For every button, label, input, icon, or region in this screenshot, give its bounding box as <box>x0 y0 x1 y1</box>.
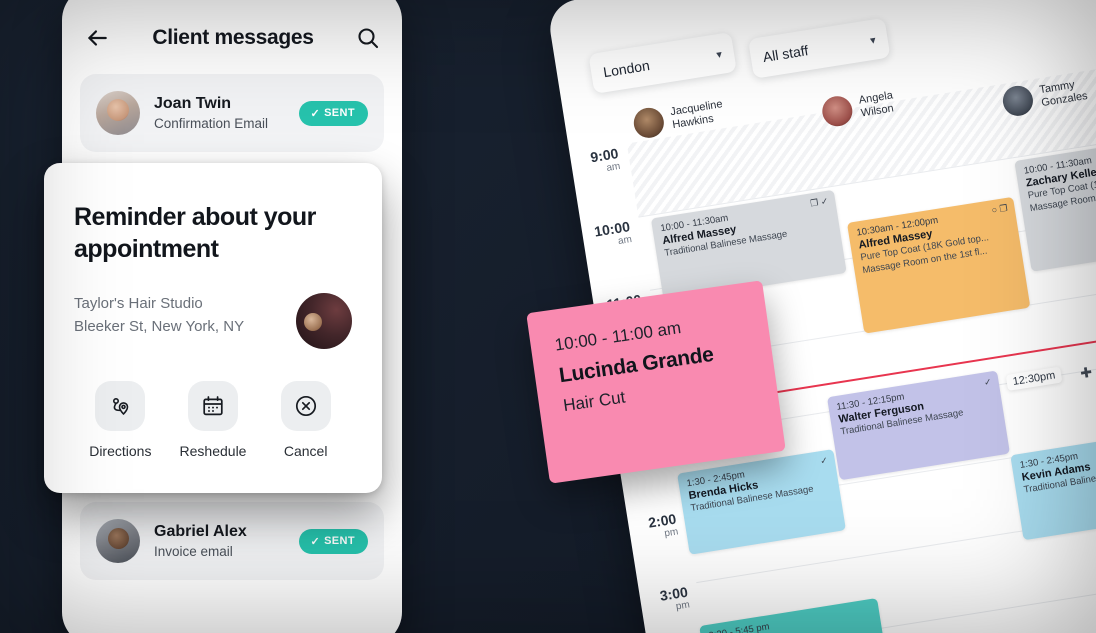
reschedule-label: Reshedule <box>179 443 247 459</box>
business-address: Taylor's Hair Studio Bleeker St, New Yor… <box>74 293 282 338</box>
calendar-event[interactable]: ✓ 1:30 - 2:45pm Kevin Adams Traditional … <box>1010 430 1096 541</box>
page-title: Client messages <box>152 26 314 49</box>
status-badge[interactable]: ✓ SENT <box>299 100 368 126</box>
chevron-down-icon: ▾ <box>715 48 723 61</box>
time-label: 10:00 am <box>593 218 633 248</box>
avatar <box>96 519 140 563</box>
reminder-title: Reminder about your appointment <box>74 203 316 263</box>
staff-select-value: All staff <box>761 42 810 66</box>
list-item[interactable]: Joan Twin Confirmation Email ✓ SENT <box>80 74 384 152</box>
avatar <box>96 91 140 135</box>
directions-button[interactable]: Directions <box>74 381 167 459</box>
reminder-body: Taylor's Hair Studio Bleeker St, New Yor… <box>74 293 352 349</box>
business-name: Taylor's Hair Studio <box>74 295 203 312</box>
list-item[interactable]: Gabriel Alex Invoice email ✓ SENT <box>80 502 384 580</box>
location-select-value: London <box>602 57 651 81</box>
check-icon: ✓ <box>310 107 321 120</box>
calendar-event[interactable]: ✓ 11:30 - 12:15pm Walter Ferguson Tradit… <box>826 370 1010 481</box>
message-type: Confirmation Email <box>154 116 269 131</box>
staff-name: Jacqueline Hawkins <box>669 98 725 133</box>
check-icon: ✓ <box>310 535 321 548</box>
status-badge[interactable]: ✓ SENT <box>299 528 368 554</box>
status-badge-label: SENT <box>324 535 355 547</box>
message-type: Invoice email <box>154 544 233 559</box>
client-name: Joan Twin <box>154 95 232 112</box>
current-time-label: 12:30pm <box>1005 366 1063 391</box>
message-text: Gabriel Alex Invoice email <box>154 523 285 559</box>
message-text: Joan Twin Confirmation Email <box>154 95 285 131</box>
appointment-reminder-card: Reminder about your appointment Taylor's… <box>44 163 382 493</box>
reminder-actions: Directions Reshedule Cancel <box>74 381 352 459</box>
time-label: 3:00 pm <box>658 583 691 613</box>
circle-x-icon <box>280 381 331 431</box>
client-name: Gabriel Alex <box>154 523 247 540</box>
calendar-event[interactable]: ○ ❐ 10:30am - 12:00pm Alfred Massey Pure… <box>846 196 1031 334</box>
map-pin-directions-icon <box>95 381 146 431</box>
arrow-left-icon[interactable] <box>84 25 110 51</box>
avatar <box>631 105 666 141</box>
location-select[interactable]: London ▾ <box>588 31 737 94</box>
calendar-event[interactable]: 3:30 - 5:45 pm <box>699 598 888 633</box>
move-cursor-icon: ✚ <box>1079 363 1094 382</box>
reschedule-button[interactable]: Reshedule <box>167 381 260 459</box>
staff-select[interactable]: All staff ▾ <box>747 17 891 79</box>
staff-name: Tammy Gonzales <box>1039 77 1089 111</box>
event-icons: ✓ <box>983 376 993 388</box>
event-icons: ✓ <box>819 455 829 467</box>
dragging-appointment-card[interactable]: 10:00 - 11:00 am Lucinda Grande Hair Cut <box>526 280 786 484</box>
screenshot-canvas: ❐ ✓ 10:00 - 11:30am Alfred Massey Tradit… <box>0 0 1096 633</box>
staff-column-jacqueline[interactable]: Jacqueline Hawkins <box>631 96 726 141</box>
avatar <box>1000 83 1036 118</box>
calendar-icon <box>188 381 238 431</box>
status-badge-label: SENT <box>324 107 355 119</box>
street-address: Bleeker St, New York, NY <box>74 317 245 335</box>
staff-name: Angela Wilson <box>858 89 896 121</box>
business-photo <box>296 293 352 349</box>
avatar <box>820 94 855 129</box>
event-time: 3:30 - 5:45 pm <box>708 621 771 633</box>
search-icon[interactable] <box>356 26 380 50</box>
directions-label: Directions <box>89 443 152 459</box>
chevron-down-icon: ▾ <box>869 33 877 47</box>
calendar-event[interactable]: ✓ 1:30 - 2:45pm Brenda Hicks Traditional… <box>677 449 846 555</box>
time-label: 2:00 pm <box>647 510 680 540</box>
cancel-label: Cancel <box>283 443 328 459</box>
cancel-button[interactable]: Cancel <box>259 381 352 459</box>
staff-column-angela[interactable]: Angela Wilson <box>820 87 896 129</box>
phone-header: Client messages <box>62 0 402 64</box>
